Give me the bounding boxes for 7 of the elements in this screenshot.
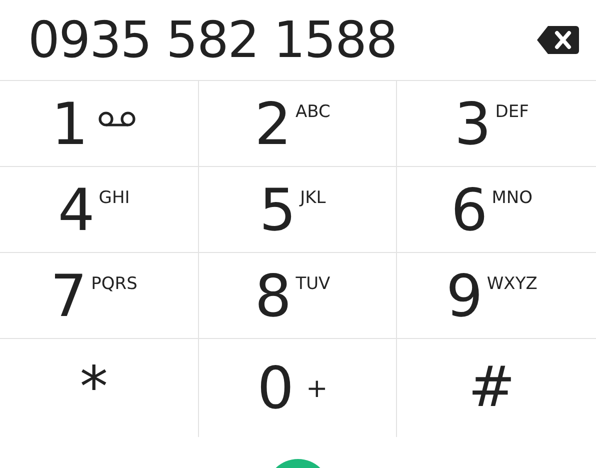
dial-key[interactable]: # xyxy=(397,339,596,437)
phone-number: 0935 582 1588 xyxy=(28,11,397,69)
dial-key[interactable]: 0 + xyxy=(198,339,398,437)
backspace-icon[interactable] xyxy=(536,24,580,56)
voicemail-icon xyxy=(98,110,136,126)
dial-key[interactable]: 1 xyxy=(0,81,199,167)
dial-key[interactable]: * xyxy=(0,339,199,437)
